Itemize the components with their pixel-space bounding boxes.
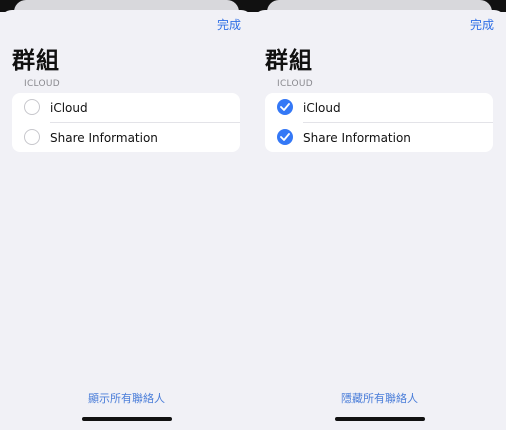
done-button[interactable]: 完成 <box>217 16 241 33</box>
home-indicator <box>82 417 172 421</box>
group-row-icloud[interactable]: iCloud <box>265 93 493 122</box>
group-row-label: Share Information <box>303 130 411 145</box>
groups-sheet-left: 完成 群組 ICLOUD iCloud Share Information 顯示… <box>0 0 253 430</box>
home-indicator <box>335 417 425 421</box>
group-row-icloud[interactable]: iCloud <box>12 93 240 122</box>
page-title: 群組 <box>12 48 60 74</box>
group-row-label: iCloud <box>303 100 341 115</box>
show-all-contacts-link[interactable]: 顯示所有聯絡人 <box>0 390 253 406</box>
group-list-card: iCloud Share Information <box>265 93 493 152</box>
checkmark-circle-filled-icon[interactable] <box>277 99 293 115</box>
section-header-icloud: ICLOUD <box>277 79 314 89</box>
group-row-share-information[interactable]: Share Information <box>265 123 493 152</box>
section-header-icloud: ICLOUD <box>24 79 61 89</box>
hide-all-contacts-link[interactable]: 隱藏所有聯絡人 <box>253 390 506 406</box>
checkmark-circle-filled-icon[interactable] <box>277 129 293 145</box>
groups-sheet-right: 完成 群組 ICLOUD iCloud Share Information 隱藏… <box>253 0 506 430</box>
group-list-card: iCloud Share Information <box>12 93 240 152</box>
empty-circle-icon[interactable] <box>24 99 40 115</box>
empty-circle-icon[interactable] <box>24 129 40 145</box>
screenshot-compare: 完成 群組 ICLOUD iCloud Share Information 顯示… <box>0 0 506 430</box>
done-button[interactable]: 完成 <box>470 16 494 33</box>
group-row-share-information[interactable]: Share Information <box>12 123 240 152</box>
group-row-label: Share Information <box>50 130 158 145</box>
group-row-label: iCloud <box>50 100 88 115</box>
page-title: 群組 <box>265 48 313 74</box>
